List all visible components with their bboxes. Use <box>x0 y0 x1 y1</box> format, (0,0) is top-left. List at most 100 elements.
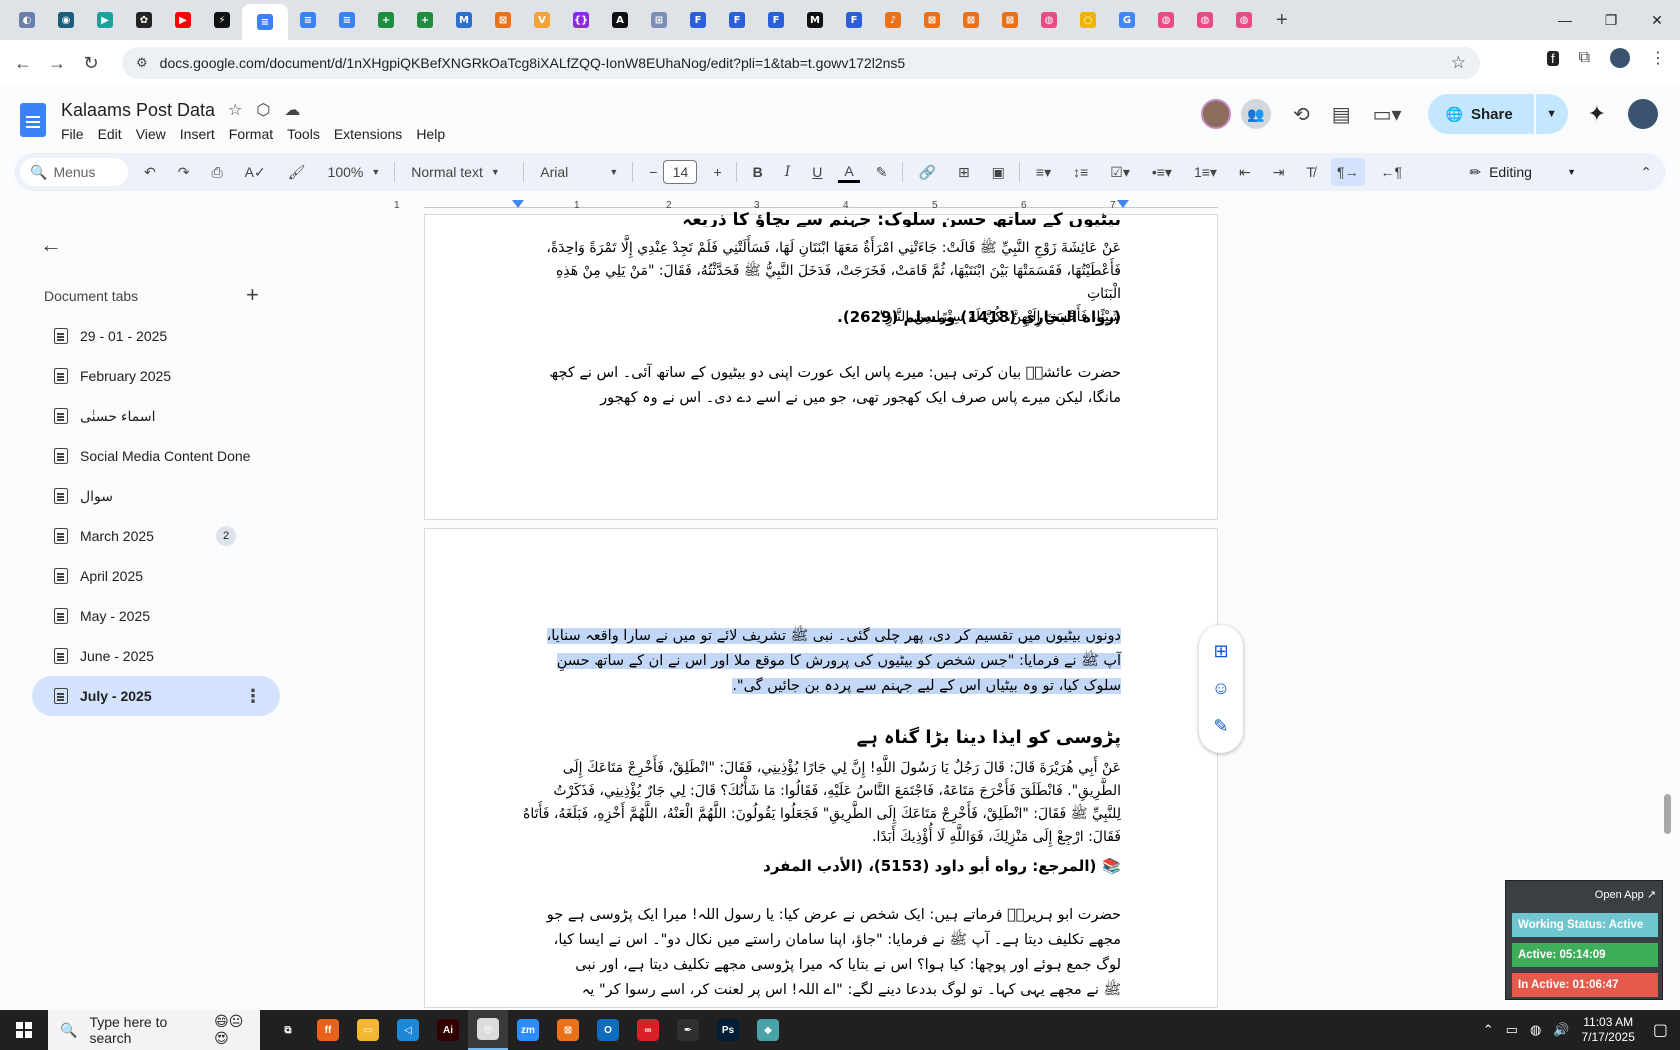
emoji-reaction-icon[interactable]: ☺ <box>1212 678 1230 699</box>
browser-tab[interactable]: ◍ <box>1147 4 1185 36</box>
browser-tab[interactable]: F <box>718 4 756 36</box>
site-info-icon[interactable]: ⚙ <box>136 55 148 71</box>
menu-edit[interactable]: Edit <box>98 126 122 142</box>
open-app-link[interactable]: Open App ↗ <box>1595 888 1656 901</box>
document-tab-item[interactable]: June - 2025 <box>32 636 280 676</box>
browser-tab[interactable]: F <box>679 4 717 36</box>
taskbar-app[interactable]: ▭ <box>348 1010 388 1050</box>
highlight-icon[interactable]: ✎ <box>870 158 894 186</box>
document-tab-item[interactable]: April 2025 <box>32 556 280 596</box>
document-page[interactable]: بیٹیوں کے ساتھ حسنِ سلوک: جہنم سے بچاؤ ک… <box>424 210 1218 520</box>
taskbar-app[interactable]: ✒ <box>668 1010 708 1050</box>
browser-tab[interactable]: ◍ <box>1225 4 1263 36</box>
add-comment-icon[interactable]: ⊞ <box>1213 641 1228 662</box>
browser-tab[interactable]: ○ <box>1069 4 1107 36</box>
document-tab-item[interactable]: Social Media Content Done <box>32 436 280 476</box>
taskbar-app[interactable]: ff <box>308 1010 348 1050</box>
menu-help[interactable]: Help <box>416 126 445 142</box>
notifications-icon[interactable]: ▢ <box>1653 1020 1668 1040</box>
font-size-input[interactable]: 14 <box>663 160 698 184</box>
decrease-font-icon[interactable]: − <box>643 158 663 186</box>
browser-tab[interactable]: ⚡ <box>203 4 241 36</box>
document-tab-item[interactable]: March 2025 2 <box>32 516 280 556</box>
browser-tab[interactable]: {} <box>562 4 600 36</box>
checklist-icon[interactable]: ☑▾ <box>1104 158 1136 186</box>
browser-tab[interactable]: F <box>835 4 873 36</box>
document-title[interactable]: Kalaams Post Data <box>61 100 215 121</box>
increase-indent-icon[interactable]: ⇥ <box>1267 158 1291 186</box>
left-indent-marker[interactable] <box>512 200 524 208</box>
browser-tab[interactable]: ✿ <box>125 4 163 36</box>
document-tab-item[interactable]: اسماء حسنٰی <box>32 396 280 436</box>
browser-tab[interactable]: ≡ <box>289 4 327 36</box>
taskbar-app[interactable]: ◁ <box>388 1010 428 1050</box>
browser-tab[interactable]: ⊠ <box>991 4 1029 36</box>
taskbar-app[interactable]: Ai <box>428 1010 468 1050</box>
taskbar-search[interactable]: 🔍 Type here to search 😄😐😍 <box>48 1010 260 1050</box>
menu-file[interactable]: File <box>61 126 84 142</box>
omnibox[interactable]: ⚙ docs.google.com/document/d/1nXHgpiQKBe… <box>122 47 1480 79</box>
taskbar-app[interactable]: ◆ <box>748 1010 788 1050</box>
menu-tools[interactable]: Tools <box>287 126 320 142</box>
style-select[interactable]: Normal text ▼ <box>405 158 515 186</box>
start-button[interactable] <box>0 1010 48 1050</box>
text-color-icon[interactable]: A <box>838 161 860 183</box>
tray-app-icon[interactable]: ▭ <box>1506 1022 1518 1038</box>
browser-tab[interactable]: ⊠ <box>484 4 522 36</box>
line-spacing-icon[interactable]: ↕≡ <box>1067 158 1094 186</box>
collapse-toolbar-icon[interactable]: ⌃ <box>1640 164 1652 181</box>
underline-icon[interactable]: U <box>806 158 828 186</box>
browser-tab[interactable]: ▶ <box>164 4 202 36</box>
menu-format[interactable]: Format <box>229 126 273 142</box>
insert-link-icon[interactable]: 🔗 <box>913 158 942 186</box>
back-icon[interactable]: ← <box>6 53 40 74</box>
browser-tab[interactable]: A <box>601 4 639 36</box>
print-icon[interactable]: ⎙ <box>205 158 228 186</box>
insert-image-icon[interactable]: ▣ <box>986 158 1011 186</box>
taskbar-app[interactable]: ⧉ <box>268 1010 308 1050</box>
star-icon[interactable]: ☆ <box>228 100 242 120</box>
menu-view[interactable]: View <box>136 126 166 142</box>
extension-f-icon[interactable]: f <box>1546 50 1559 66</box>
document-tab-item[interactable]: February 2025 <box>32 356 280 396</box>
new-tab-button[interactable]: + <box>1276 9 1288 32</box>
paint-format-icon[interactable]: 🖌 <box>282 158 312 186</box>
browser-tab[interactable]: + <box>406 4 444 36</box>
bookmark-star-icon[interactable]: ☆ <box>1451 53 1466 73</box>
undo-icon[interactable]: ↶ <box>138 158 162 186</box>
extensions-puzzle-icon[interactable]: ⧉ <box>1579 49 1590 67</box>
browser-tab[interactable]: ≡ <box>242 4 288 40</box>
meet-video-icon[interactable]: ▭▾ <box>1373 102 1402 127</box>
menu-insert[interactable]: Insert <box>180 126 215 142</box>
gemini-icon[interactable]: ✦ <box>1588 101 1606 127</box>
rtl-icon[interactable]: ←¶ <box>1375 158 1409 186</box>
forward-icon[interactable]: → <box>40 53 74 74</box>
scrollbar[interactable] <box>1664 794 1671 834</box>
tray-overflow-icon[interactable]: ⌃ <box>1483 1022 1494 1038</box>
minimize-icon[interactable]: — <box>1542 0 1588 40</box>
font-select[interactable]: Arial ▼ <box>534 158 624 186</box>
suggest-edit-icon[interactable]: ✎ <box>1213 716 1228 737</box>
numbered-list-icon[interactable]: 1≡▾ <box>1188 158 1223 186</box>
collaborator-avatar[interactable] <box>1200 99 1231 129</box>
document-tab-item[interactable]: May - 2025 <box>32 596 280 636</box>
editing-mode-select[interactable]: ✏ Editing ▼ <box>1469 164 1576 181</box>
add-comment-icon[interactable]: ⊞ <box>952 158 976 186</box>
browser-tab[interactable]: ≡ <box>328 4 366 36</box>
meet-presence-icon[interactable]: 👥 <box>1240 99 1271 129</box>
browser-tab[interactable]: F <box>757 4 795 36</box>
browser-tab[interactable]: M <box>796 4 834 36</box>
browser-tab[interactable]: ◍ <box>1186 4 1224 36</box>
taskbar-app[interactable]: ⊠ <box>548 1010 588 1050</box>
hide-outline-icon[interactable]: ← <box>40 232 62 258</box>
zoom-select[interactable]: 100% ▼ <box>322 158 387 186</box>
browser-tab[interactable]: ⊞ <box>640 4 678 36</box>
browser-tab[interactable]: ▶ <box>86 4 124 36</box>
account-avatar[interactable] <box>1628 99 1658 129</box>
browser-tab[interactable]: ◉ <box>47 4 85 36</box>
browser-tab[interactable]: + <box>367 4 405 36</box>
browser-tab[interactable]: ◐ <box>8 4 46 36</box>
ltr-icon[interactable]: ¶→ <box>1330 158 1365 186</box>
add-tab-icon[interactable]: + <box>246 282 259 308</box>
share-button[interactable]: 🌐 Share <box>1427 94 1534 134</box>
